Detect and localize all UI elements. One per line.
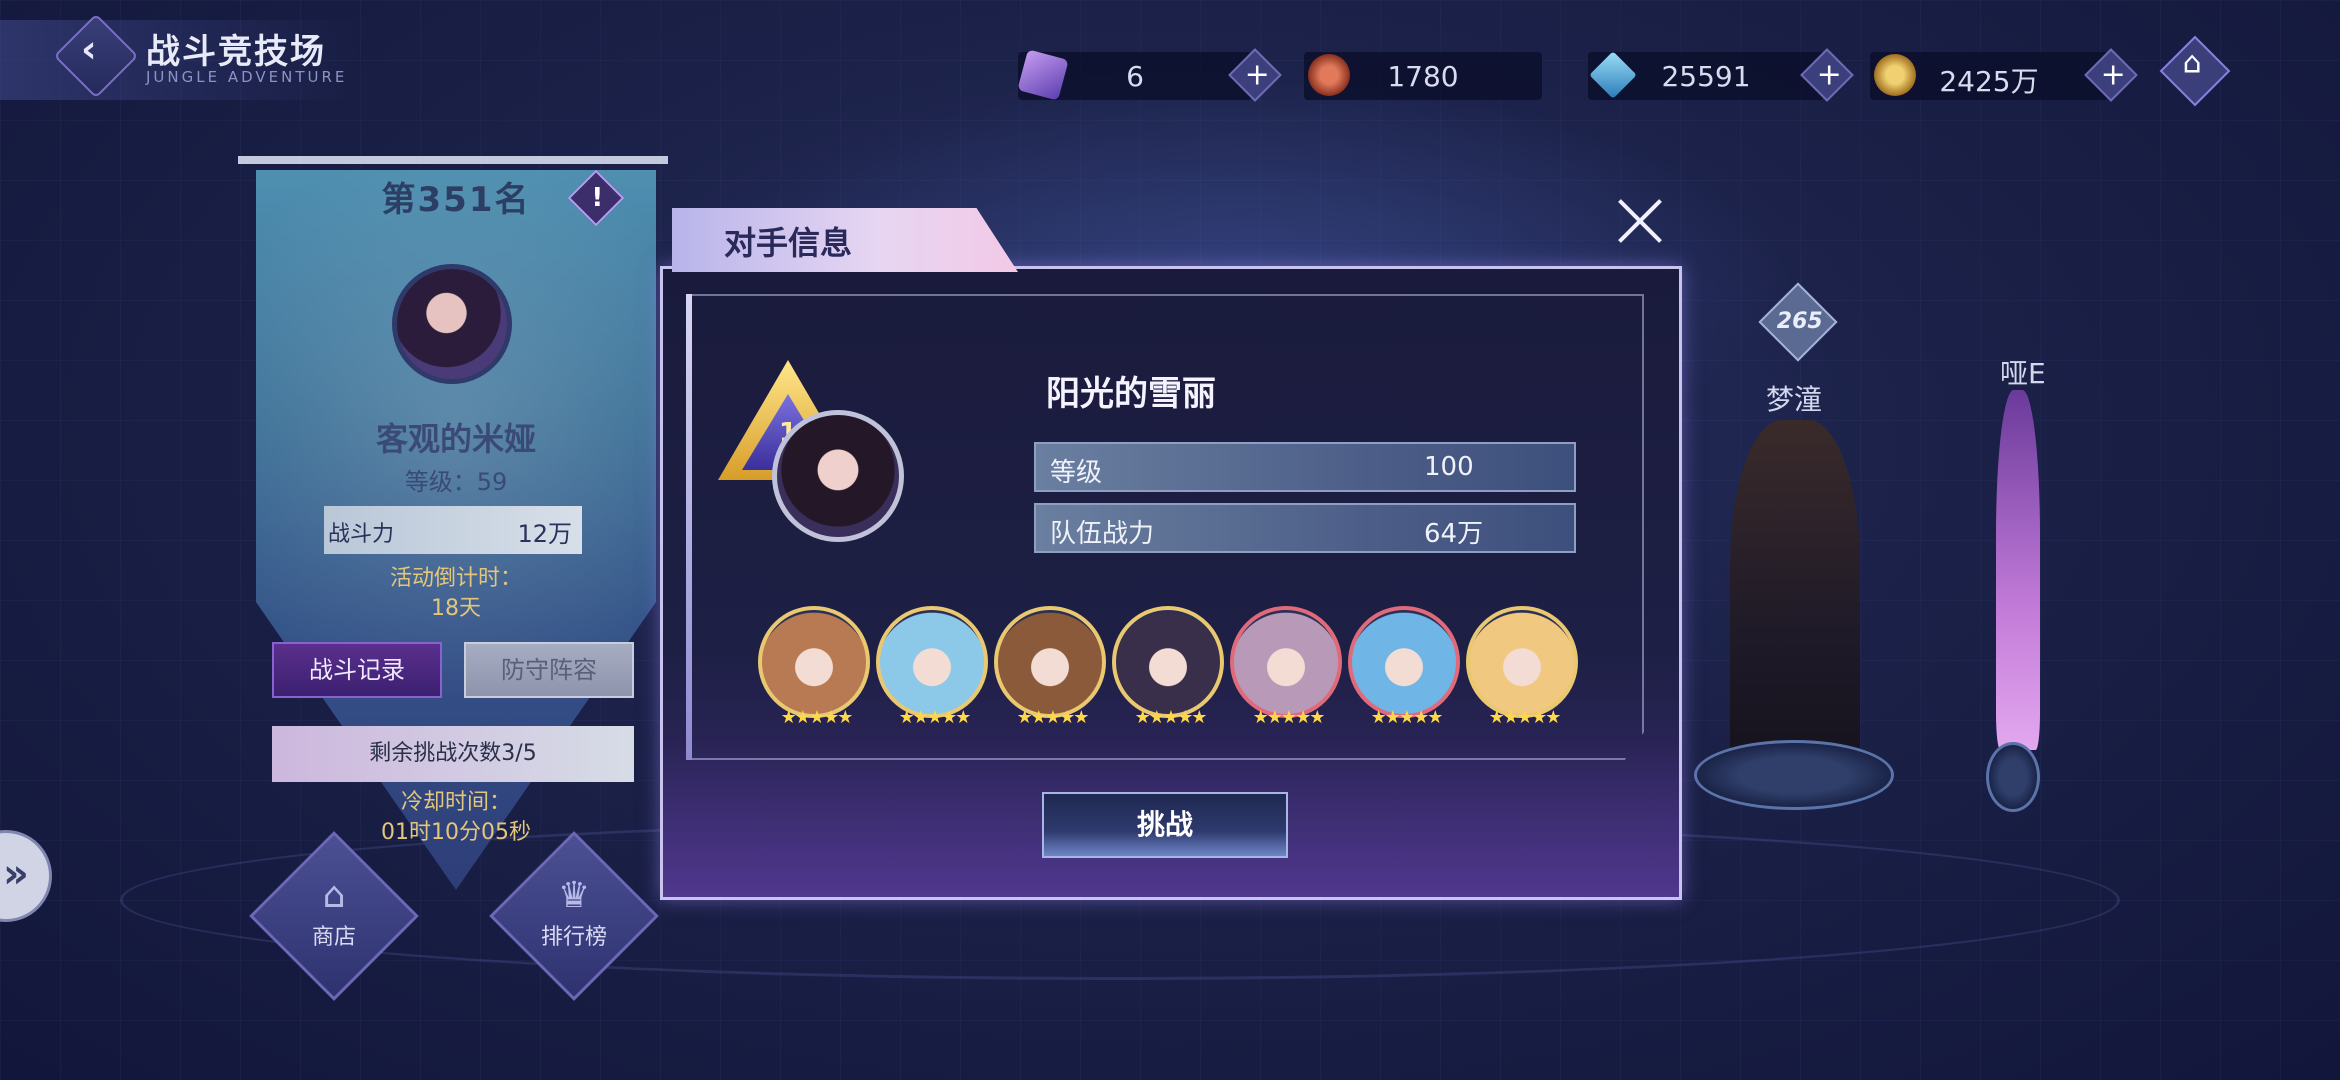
defense-lineup-label: 防守阵容	[501, 656, 597, 684]
resource-diamond: 25591 +	[1588, 48, 1854, 102]
character-name: 哑E	[2000, 357, 2046, 390]
challenge-button[interactable]: 挑战	[1042, 792, 1288, 858]
character-rank-badge: 265	[1758, 282, 1838, 362]
power-value: 12万	[517, 520, 572, 548]
crown-icon: ♛	[557, 875, 591, 916]
star-rating: ★★★★★	[1134, 707, 1208, 728]
plus-icon: +	[2100, 57, 2126, 93]
remaining-challenges: 剩余挑战次数3/5	[272, 726, 634, 782]
plus-icon: +	[1816, 57, 1842, 93]
panel-accent	[686, 294, 692, 760]
star-rating: ★★★★★	[1370, 707, 1444, 728]
defense-lineup-button[interactable]: 防守阵容	[464, 642, 634, 698]
hero-avatar[interactable]: ★★★★★	[1348, 606, 1460, 728]
cooldown-label: 冷却时间：	[400, 790, 511, 815]
dialog-title: 对手信息	[724, 224, 853, 262]
hero-avatar[interactable]: ★★★★★	[758, 606, 870, 728]
back-arrow-icon: ‹	[80, 26, 97, 71]
star-rating: ★★★★★	[780, 707, 854, 728]
player-name: 客观的米娅	[375, 420, 536, 458]
close-icon[interactable]	[1616, 196, 1666, 246]
player-level: 等级：59	[404, 468, 508, 496]
hero-avatar[interactable]: ★★★★★	[1112, 606, 1224, 728]
add-purple-crystal-button[interactable]: +	[1228, 48, 1282, 102]
double-chevron-icon: »	[3, 851, 29, 897]
battle-record-label: 战斗记录	[309, 656, 405, 684]
cooldown-value: 01时10分05秒	[381, 820, 531, 845]
opponent-level-row: 等级 100	[1034, 442, 1576, 492]
resource-gold: 2425万 +	[1870, 48, 2138, 102]
hero-avatar[interactable]: ★★★★★	[994, 606, 1106, 728]
opponent-character-figure[interactable]	[1996, 390, 2040, 750]
resource-value: 25591	[1661, 60, 1751, 93]
expand-side-button[interactable]: »	[0, 830, 52, 922]
card-top-bar	[238, 156, 668, 164]
opponent-character-figure[interactable]	[1730, 420, 1860, 780]
shop-label: 商店	[311, 925, 356, 950]
opponent-avatar	[772, 410, 904, 542]
character-rank: 265	[1776, 309, 1823, 335]
opponent-power-row: 队伍战力 64万	[1034, 503, 1576, 553]
dialog-title-tab: 对手信息	[672, 208, 1018, 272]
level-label: 等级	[1050, 458, 1103, 488]
resource-arena-coin: 1780	[1304, 52, 1542, 100]
player-power: 战斗力 12万	[324, 506, 582, 554]
home-button[interactable]: ⌂	[2159, 35, 2231, 107]
team-power-value: 64万	[1424, 519, 1484, 549]
plus-icon: +	[1244, 57, 1270, 93]
home-icon: ⌂	[2182, 45, 2202, 81]
add-diamond-button[interactable]: +	[1800, 48, 1854, 102]
hero-avatar[interactable]: ★★★★★	[876, 606, 988, 728]
leaderboard-button[interactable]: ♛ 排行榜	[489, 831, 659, 1001]
star-rating: ★★★★★	[898, 707, 972, 728]
star-rating: ★★★★★	[1016, 707, 1090, 728]
opponent-name: 阳光的雪丽	[1046, 374, 1216, 414]
character-pedestal	[1986, 742, 2040, 812]
hero-avatar[interactable]: ★★★★★	[1230, 606, 1342, 728]
power-label: 战斗力	[328, 522, 395, 547]
level-value: 100	[1424, 452, 1474, 482]
player-avatar	[392, 264, 512, 384]
challenge-label: 挑战	[1136, 808, 1193, 841]
resource-value: 6	[1126, 60, 1144, 93]
battle-record-button[interactable]: 战斗记录	[272, 642, 442, 698]
page-subtitle: JUNGLE ADVENTURE	[146, 68, 348, 86]
team-power-label: 队伍战力	[1050, 519, 1155, 549]
countdown-label: 活动倒计时：	[389, 566, 522, 591]
character-name: 梦潼	[1766, 383, 1823, 416]
remaining-challenges-text: 剩余挑战次数3/5	[369, 741, 537, 766]
star-rating: ★★★★★	[1488, 707, 1562, 728]
exclamation-icon: !	[591, 182, 604, 213]
shop-button[interactable]: ⌂ 商店	[249, 831, 419, 1001]
leaderboard-label: 排行榜	[540, 925, 607, 950]
resource-purple-crystal: 6 +	[1017, 48, 1282, 102]
shop-icon: ⌂	[322, 875, 346, 916]
star-rating: ★★★★★	[1252, 707, 1326, 728]
countdown-value: 18天	[431, 596, 481, 621]
resource-value: 2425万	[1939, 65, 2039, 98]
page-title: 战斗竞技场	[146, 32, 326, 72]
character-pedestal	[1694, 740, 1894, 810]
resource-value: 1780	[1387, 60, 1459, 93]
hero-avatar[interactable]: ★★★★★	[1466, 606, 1578, 728]
